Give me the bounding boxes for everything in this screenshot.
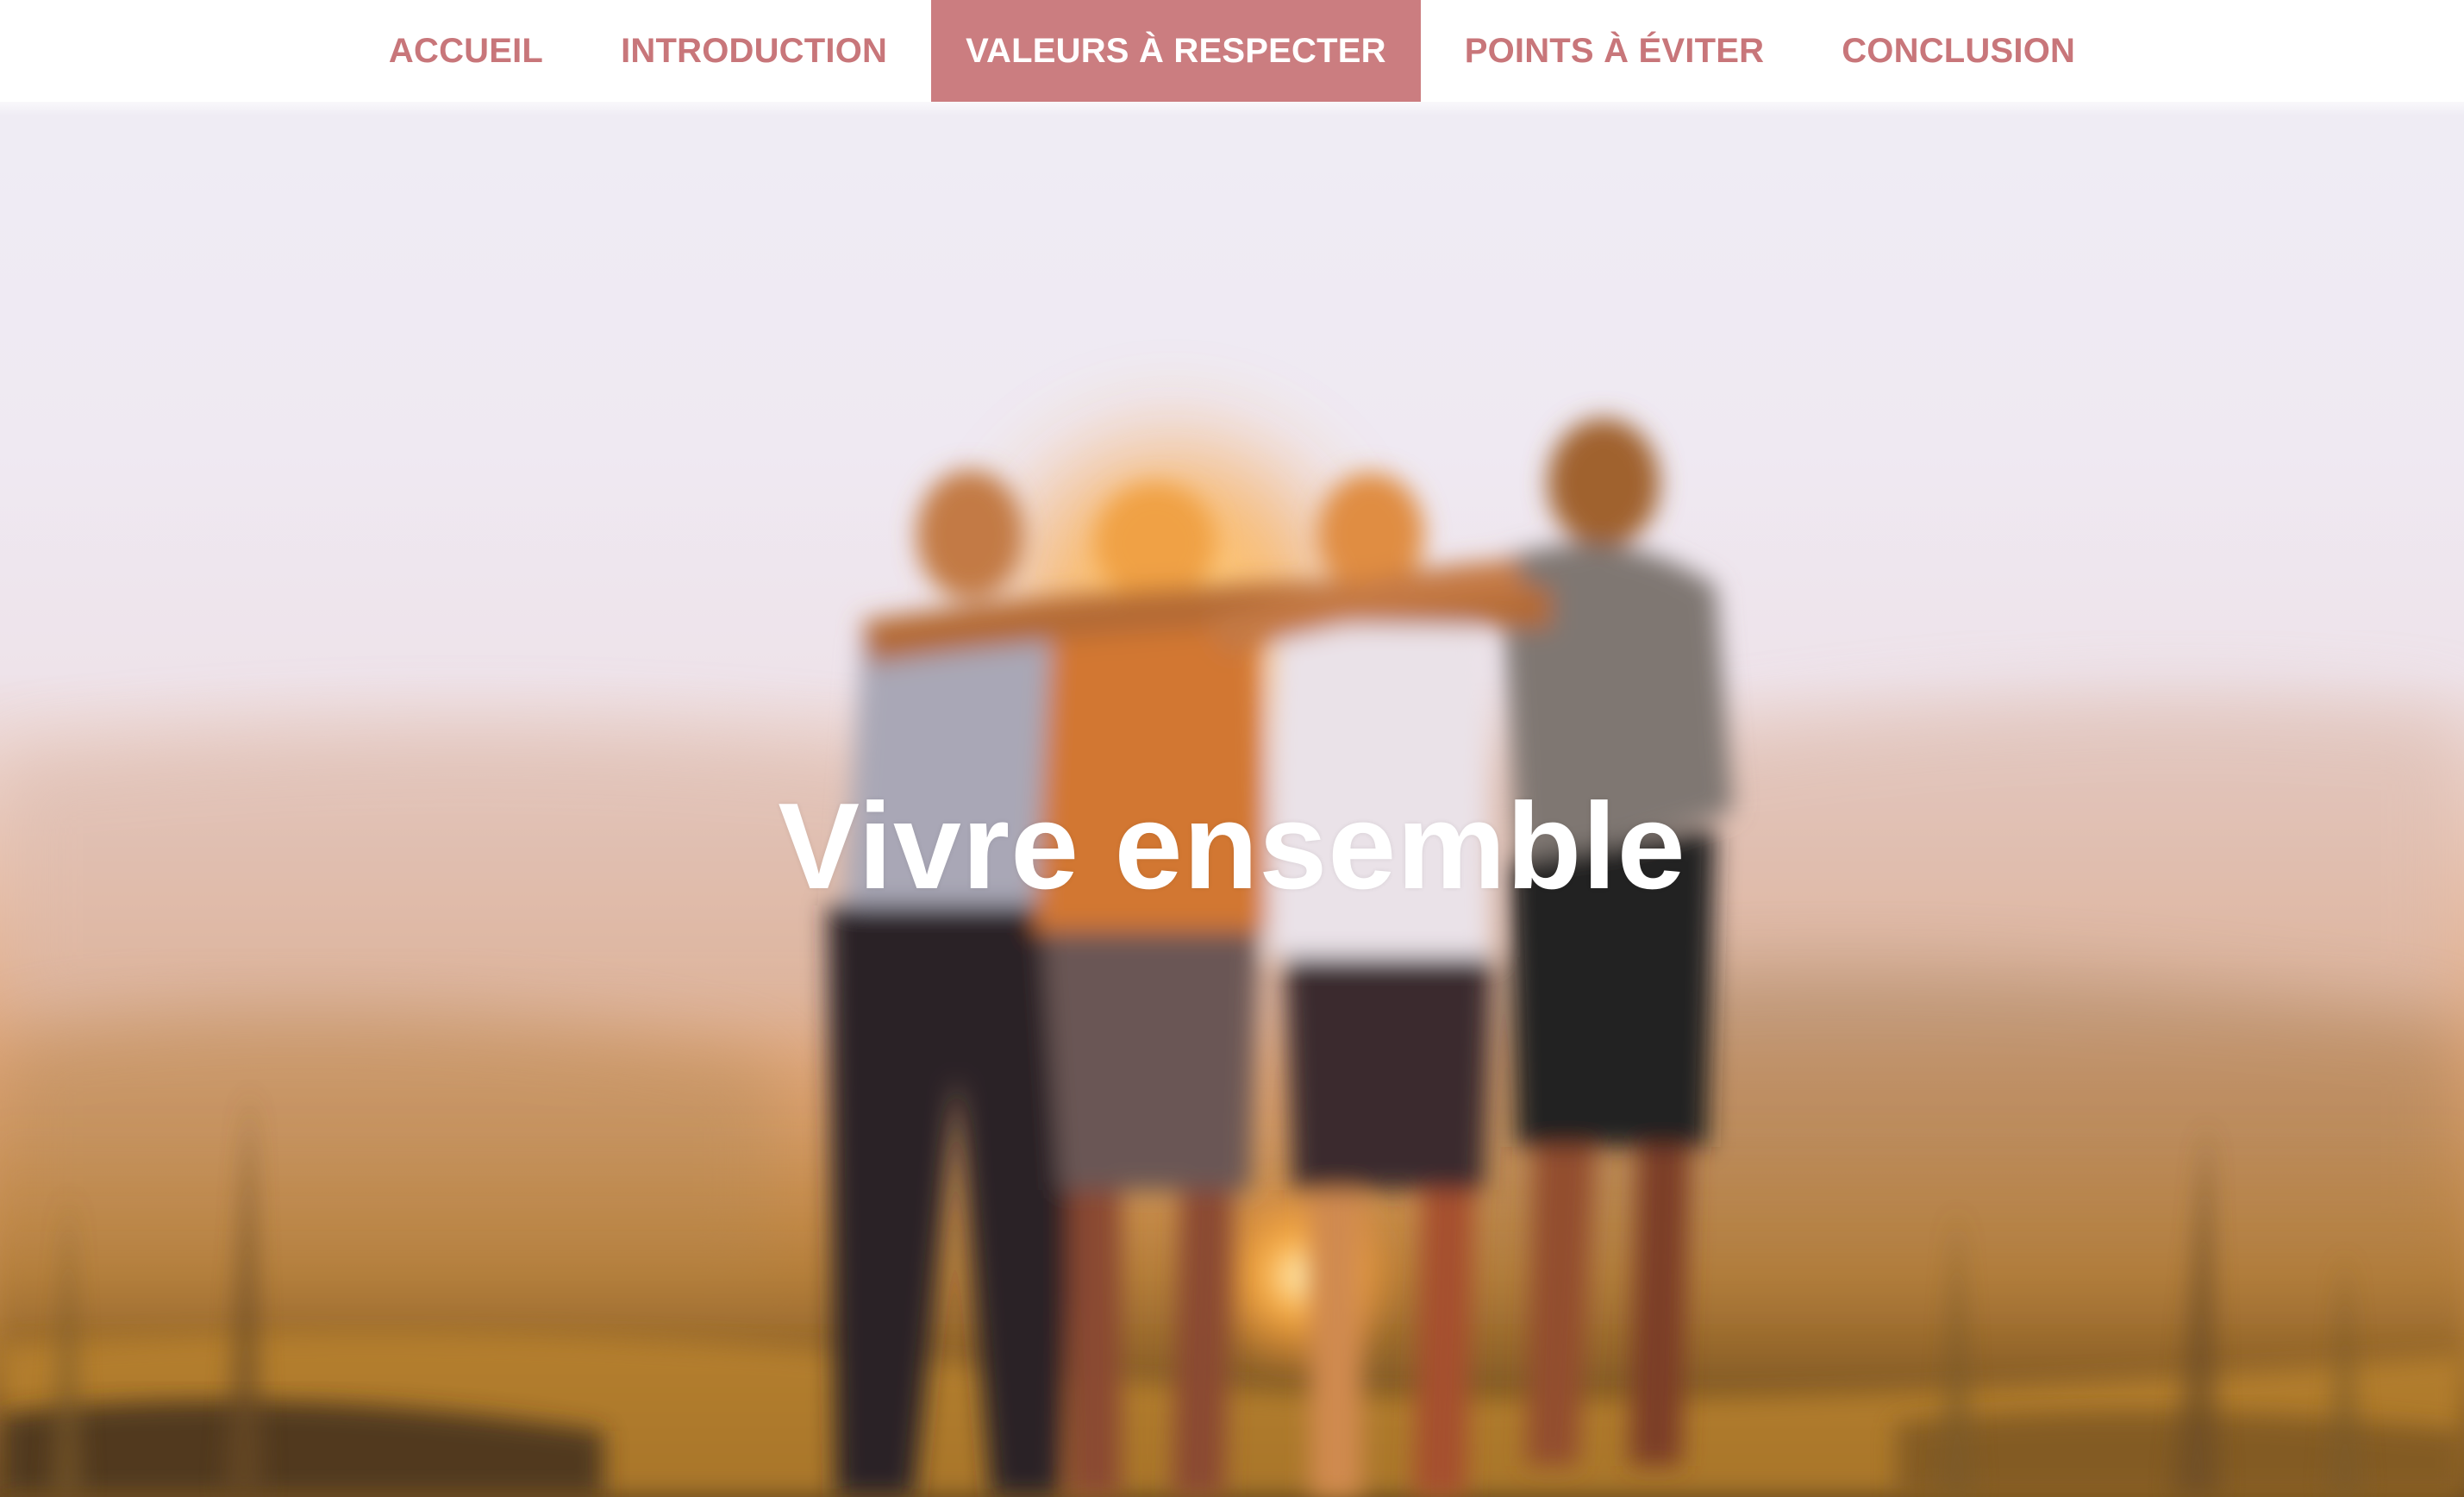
nav-item-introduction[interactable]: INTRODUCTION (582, 0, 926, 102)
nav-item-conclusion[interactable]: CONCLUSION (1803, 0, 2114, 102)
nav-item-valeurs-a-respecter[interactable]: VALEURS À RESPECTER (931, 0, 1421, 102)
nav-item-accueil[interactable]: ACCUEIL (350, 0, 582, 102)
hero-background-image (0, 397, 2464, 1497)
hero-title: Vivre ensemble (778, 778, 1686, 915)
main-navigation: ACCUEIL INTRODUCTION VALEURS À RESPECTER… (0, 0, 2464, 102)
nav-item-points-a-eviter[interactable]: POINTS À ÉVITER (1426, 0, 1804, 102)
hero-section: Vivre ensemble (0, 0, 2464, 1497)
page: Vivre ensemble ACCUEIL INTRODUCTION VALE… (0, 0, 2464, 1497)
